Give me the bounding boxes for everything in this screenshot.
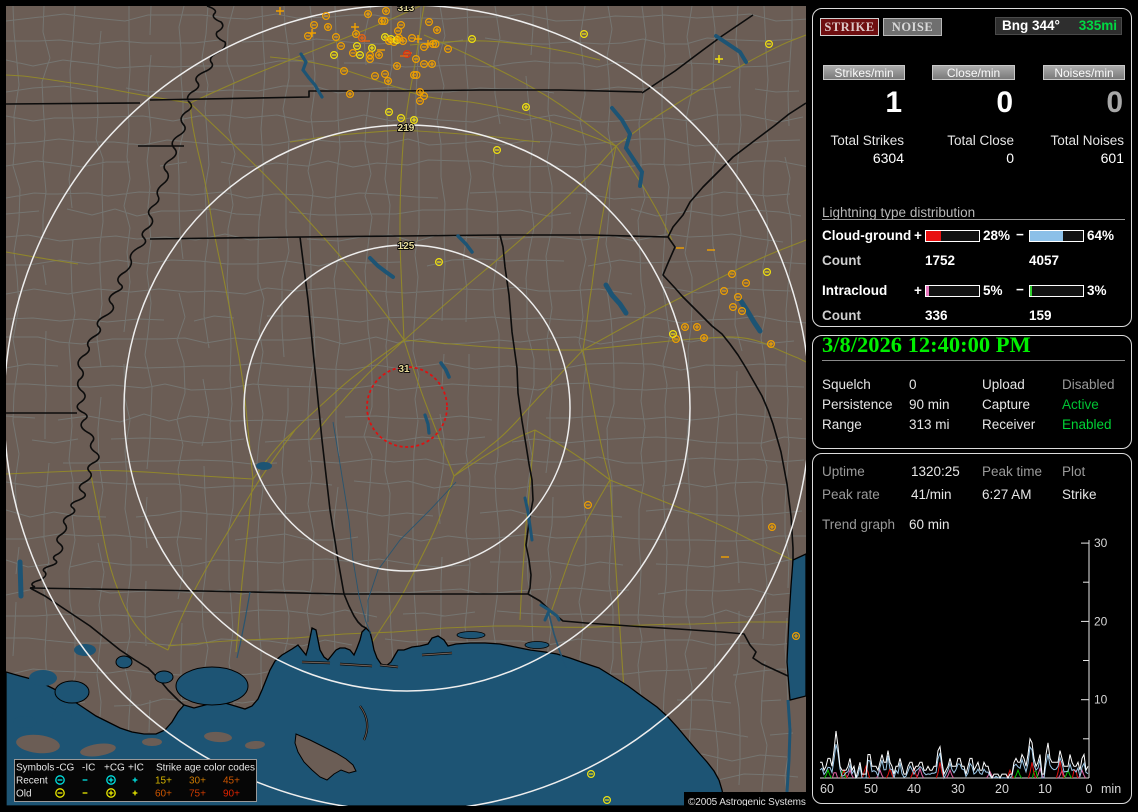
svg-text:Recent: Recent [16, 776, 48, 787]
svg-text:+IC: +IC [128, 763, 144, 774]
svg-text:20: 20 [995, 782, 1009, 796]
svg-text:90+: 90+ [223, 789, 240, 800]
svg-text:45+: 45+ [223, 776, 240, 787]
svg-text:219: 219 [398, 123, 415, 134]
svg-text:Strike age color codes: Strike age color codes [156, 763, 255, 774]
svg-text:50: 50 [864, 782, 878, 796]
svg-text:313: 313 [398, 6, 415, 14]
svg-text:Symbols: Symbols [16, 763, 54, 774]
svg-text:0: 0 [1086, 782, 1093, 796]
svg-text:75+: 75+ [189, 789, 206, 800]
svg-text:min: min [1101, 782, 1121, 796]
svg-text:Old: Old [16, 789, 32, 800]
svg-text:15+: 15+ [155, 776, 172, 787]
svg-text:60: 60 [820, 782, 834, 796]
svg-text:30: 30 [1094, 538, 1108, 550]
svg-text:60+: 60+ [155, 789, 172, 800]
svg-text:31: 31 [398, 364, 410, 375]
svg-text:-CG: -CG [56, 763, 75, 774]
svg-text:30: 30 [951, 782, 965, 796]
svg-text:-IC: -IC [82, 763, 95, 774]
svg-text:10: 10 [1038, 782, 1052, 796]
svg-text:125: 125 [398, 241, 415, 252]
svg-text:40: 40 [907, 782, 921, 796]
svg-text:10: 10 [1094, 693, 1108, 707]
svg-text:+CG: +CG [104, 763, 125, 774]
svg-text:30+: 30+ [189, 776, 206, 787]
svg-text:20: 20 [1094, 614, 1108, 628]
